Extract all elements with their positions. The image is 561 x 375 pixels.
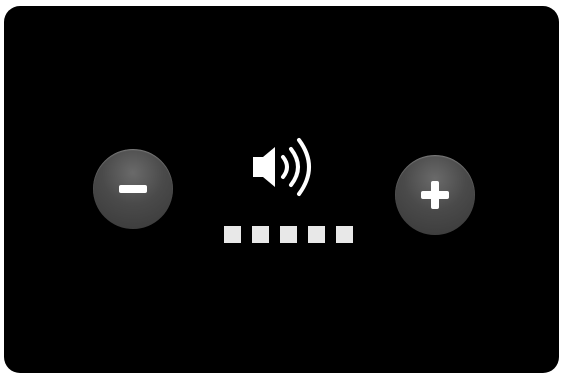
volume-hud (4, 6, 559, 373)
volume-level-segment (224, 226, 241, 243)
volume-level-segment (252, 226, 269, 243)
volume-level-indicator (224, 226, 356, 244)
volume-level-segment (280, 226, 297, 243)
volume-level-segment (336, 226, 353, 243)
minus-icon (119, 185, 147, 193)
volume-level-segment (308, 226, 325, 243)
volume-up-button[interactable] (395, 155, 475, 235)
volume-down-button[interactable] (93, 149, 173, 229)
plus-icon (421, 181, 449, 209)
speaker-volume-icon (249, 127, 329, 207)
